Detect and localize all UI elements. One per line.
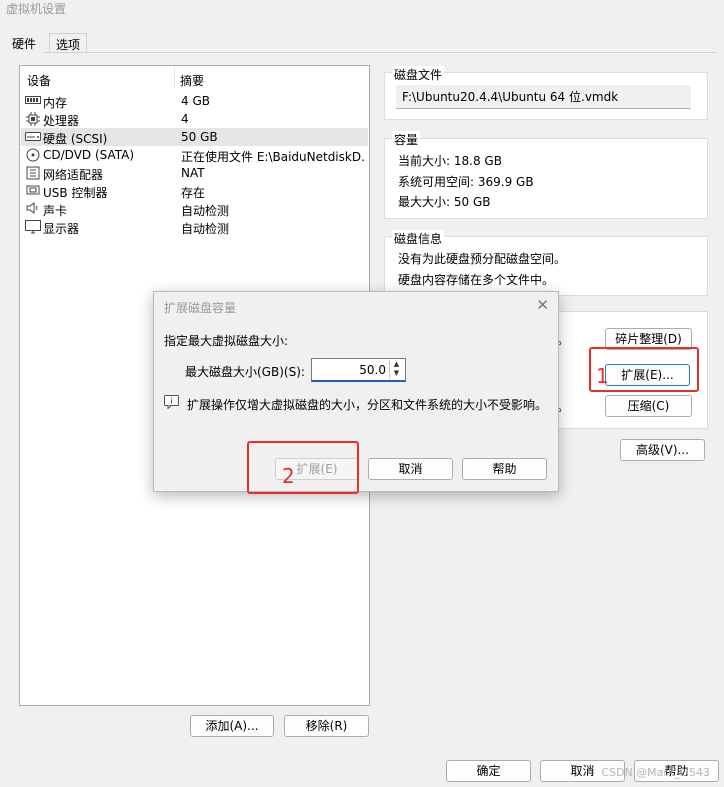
stepper-arrows[interactable]: ▲ ▼ [389, 360, 403, 379]
dialog-cancel-button[interactable]: 取消 [368, 458, 453, 480]
device-row-harddisk[interactable]: 硬盘 (SCSI) 50 GB [21, 128, 368, 146]
cpu-icon [25, 112, 41, 126]
capacity-label: 容量 [392, 131, 421, 148]
device-summary: 4 GB [181, 94, 210, 108]
dialog-prompt: 指定最大虚拟磁盘大小: [164, 334, 289, 348]
tab-options[interactable]: 选项 [49, 33, 87, 53]
free-space: 系统可用空间: 369.9 GB [398, 175, 534, 189]
device-row-cpu[interactable]: 处理器 4 [21, 110, 368, 128]
max-size: 最大大小: 50 GB [398, 195, 491, 209]
device-name: CD/DVD (SATA) [43, 148, 135, 162]
device-row-display[interactable]: 显示器 自动检测 [21, 218, 368, 236]
annotation-number-2: 2 [282, 464, 295, 488]
max-size-stepper[interactable]: 50.0 ▲ ▼ [311, 358, 406, 382]
advanced-button[interactable]: 高级(V)... [620, 439, 705, 461]
column-separator [174, 67, 175, 87]
compact-button[interactable]: 压缩(C) [605, 395, 692, 417]
window-title: 虚拟机设置 [6, 2, 67, 16]
tab-divider [44, 52, 716, 53]
info-icon [164, 395, 180, 410]
dialog-title: 扩展磁盘容量 [164, 301, 237, 315]
device-name: 处理器 [43, 114, 80, 128]
memory-icon [25, 94, 41, 107]
disk-file-label: 磁盘文件 [392, 66, 445, 83]
device-name: USB 控制器 [43, 186, 108, 200]
tab-hardware[interactable]: 硬件 [6, 33, 44, 53]
max-size-label: 最大磁盘大小(GB)(S): [185, 365, 305, 379]
device-name: 显示器 [43, 222, 80, 236]
tab-options-label: 选项 [56, 38, 81, 52]
speaker-icon [25, 202, 41, 215]
dialog-info-text: 扩展操作仅增大虚拟磁盘的大小，分区和文件系统的大小不受影响。 [187, 398, 548, 412]
disk-info-line-1: 没有为此硬盘预分配磁盘空间。 [398, 252, 567, 266]
remove-device-button[interactable]: 移除(R) [284, 715, 369, 737]
dialog-help-button[interactable]: 帮助 [462, 458, 547, 480]
max-size-input[interactable]: 50.0 [359, 363, 386, 377]
cdrom-icon [25, 148, 41, 162]
close-icon[interactable]: ✕ [536, 296, 549, 314]
device-summary: 自动检测 [181, 204, 230, 218]
column-header-device[interactable]: 设备 [27, 72, 51, 89]
device-summary: 自动检测 [181, 222, 230, 236]
annotation-box-2 [247, 441, 359, 494]
network-icon [25, 166, 41, 180]
device-row-sound[interactable]: 声卡 自动检测 [21, 200, 368, 218]
watermark: CSDN @Mark_Li543 [601, 766, 710, 779]
device-row-usb[interactable]: USB 控制器 存在 [21, 182, 368, 200]
tab-hardware-label: 硬件 [12, 37, 37, 51]
ok-button[interactable]: 确定 [446, 760, 531, 782]
device-summary: 存在 [181, 186, 206, 200]
device-summary: NAT [181, 166, 205, 180]
device-list-header: 设备 摘要 [20, 66, 369, 88]
harddisk-icon [25, 130, 41, 143]
column-header-summary[interactable]: 摘要 [180, 72, 204, 89]
device-name: 声卡 [43, 204, 68, 218]
device-name: 硬盘 (SCSI) [43, 132, 108, 146]
disk-info-line-2: 硬盘内容存储在多个文件中。 [398, 273, 555, 287]
device-summary: 正在使用文件 E:\BaiduNetdiskD... [181, 150, 366, 164]
current-size: 当前大小: 18.8 GB [398, 154, 502, 168]
disk-info-label: 磁盘信息 [392, 230, 445, 247]
device-row-network[interactable]: 网络适配器 NAT [21, 164, 368, 182]
device-summary: 4 [181, 112, 189, 126]
monitor-icon [25, 220, 41, 234]
device-name: 网络适配器 [43, 168, 104, 182]
device-row-cdrom[interactable]: CD/DVD (SATA) 正在使用文件 E:\BaiduNetdiskD... [21, 146, 368, 164]
device-name: 内存 [43, 96, 68, 110]
add-device-button[interactable]: 添加(A)... [190, 715, 274, 737]
usb-icon [25, 184, 41, 197]
disk-file-path[interactable]: F:\Ubuntu20.4.4\Ubuntu 64 位.vmdk [396, 85, 691, 109]
device-row-memory[interactable]: 内存 4 GB [21, 92, 368, 110]
device-summary: 50 GB [181, 130, 218, 144]
annotation-number-1: 1 [596, 364, 609, 388]
